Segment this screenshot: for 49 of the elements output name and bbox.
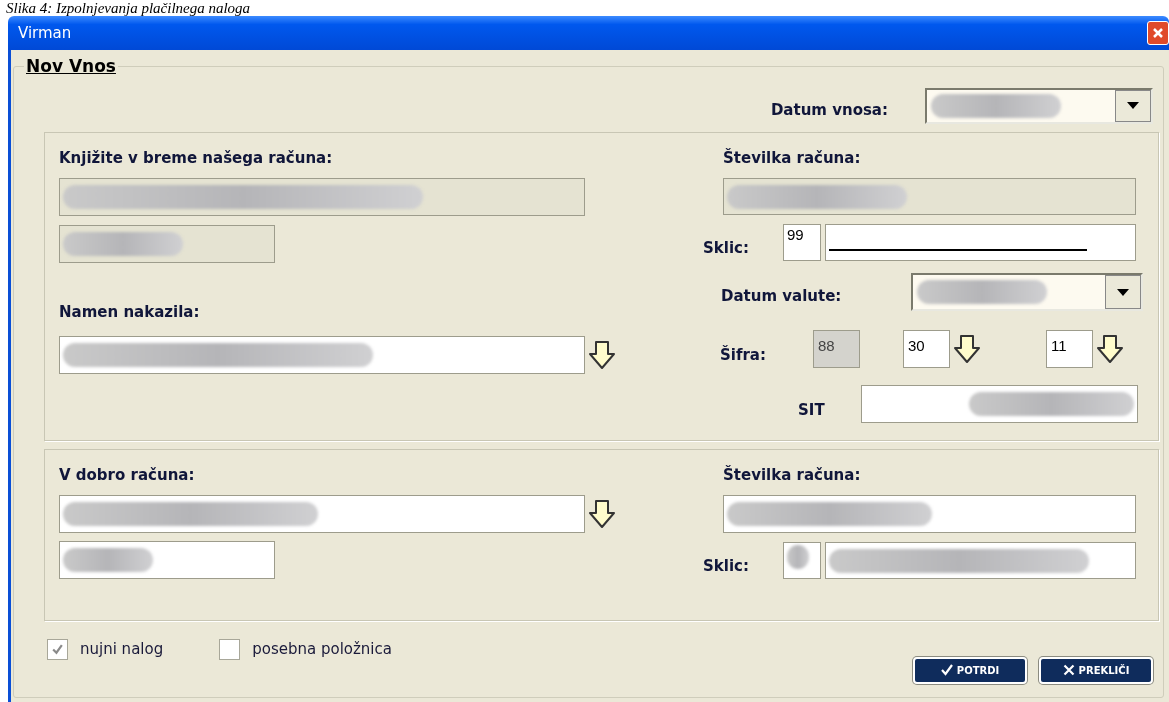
text-field[interactable] bbox=[783, 542, 821, 579]
text-field[interactable] bbox=[59, 495, 585, 533]
text-field[interactable] bbox=[59, 335, 585, 374]
check-icon bbox=[940, 664, 953, 676]
dropdown-arrow-icon bbox=[1127, 102, 1139, 109]
text-field[interactable] bbox=[59, 178, 585, 216]
checkbox[interactable] bbox=[47, 639, 68, 660]
field-label: Sklic: bbox=[703, 237, 750, 259]
field-label: V dobro računa: bbox=[59, 464, 196, 486]
text-field[interactable] bbox=[825, 542, 1136, 579]
date-dropdown[interactable] bbox=[925, 87, 1153, 124]
field-label: Datum vnosa: bbox=[770, 100, 888, 121]
check-icon bbox=[51, 643, 64, 656]
reference-model: 99 bbox=[787, 227, 804, 242]
checkbox-label: nujni nalog bbox=[80, 639, 164, 661]
field-label: Številka računa: bbox=[723, 464, 862, 486]
text-field[interactable] bbox=[825, 224, 1136, 261]
down-arrow-icon bbox=[953, 334, 981, 364]
text-field[interactable] bbox=[59, 225, 275, 263]
confirm-button[interactable]: POTRDI bbox=[913, 656, 1027, 684]
down-arrow-icon bbox=[588, 499, 616, 529]
down-arrow-icon bbox=[1096, 334, 1124, 364]
group-title: Nov Vnos bbox=[25, 55, 117, 78]
figure-caption: Slika 4: Izpolnjevanja plačilnega naloga bbox=[6, 0, 251, 16]
close-icon bbox=[1062, 664, 1075, 676]
field-label: Datum valute: bbox=[721, 285, 843, 307]
field-label: Številka računa: bbox=[723, 147, 862, 169]
field-label: Sklic: bbox=[703, 555, 750, 577]
code-field[interactable]: 30 bbox=[903, 330, 950, 368]
checkbox[interactable] bbox=[219, 639, 241, 660]
date-dropdown[interactable] bbox=[911, 273, 1143, 311]
checkbox-label: posebna položnica bbox=[252, 639, 392, 661]
text-field[interactable] bbox=[723, 495, 1136, 533]
field-label: Knjižite v breme našega računa: bbox=[59, 147, 334, 169]
close-icon bbox=[1152, 27, 1164, 39]
text-field[interactable]: 99 bbox=[783, 224, 821, 261]
text-field[interactable] bbox=[723, 178, 1136, 215]
down-arrow-icon bbox=[588, 339, 616, 370]
window-title: Virman bbox=[18, 22, 72, 44]
close-button[interactable] bbox=[1147, 21, 1169, 45]
field-label: SIT bbox=[798, 399, 826, 421]
dropdown-arrow-icon bbox=[1117, 288, 1129, 296]
text-field[interactable] bbox=[59, 541, 275, 579]
cancel-button[interactable]: PREKLIČI bbox=[1039, 656, 1153, 684]
code-field[interactable]: 11 bbox=[1046, 330, 1093, 368]
field-label: Namen nakazila: bbox=[59, 302, 201, 323]
text-field[interactable] bbox=[861, 385, 1138, 423]
blurred-value bbox=[787, 545, 809, 569]
field-label: Šifra: bbox=[720, 344, 767, 366]
